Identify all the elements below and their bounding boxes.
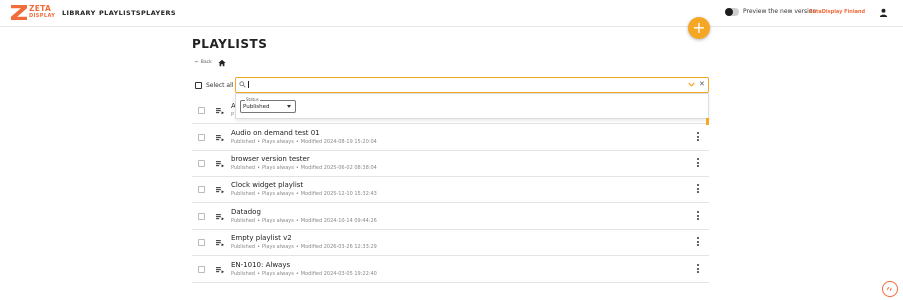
app-header: ZETA DISPLAY LIBRARY PLAYLISTS PLAYERS P… xyxy=(0,0,903,27)
playlist-plays: Plays always xyxy=(262,244,294,250)
playlist-meta: Published • Plays always • Modified 2024-03-… xyxy=(231,271,377,277)
row-checkbox[interactable] xyxy=(198,186,205,193)
preview-toggle[interactable] xyxy=(725,8,739,16)
more-options-icon[interactable] xyxy=(696,184,700,195)
playlist-modified: Modified 2026-03-26 12:33:29 xyxy=(300,244,377,250)
playlist-modified: Modified 2024-03-05 19:22:40 xyxy=(300,271,377,277)
more-options-icon[interactable] xyxy=(696,237,700,248)
status-filter-legend: Status xyxy=(245,97,260,102)
arrow-left-icon: ← xyxy=(195,60,199,65)
playlist-status: Published xyxy=(231,165,256,171)
nav-players[interactable]: PLAYERS xyxy=(141,9,176,17)
list-item[interactable]: browser version tester Published • Plays a… xyxy=(192,150,709,177)
playlist-icon xyxy=(216,161,224,168)
playlist-icon xyxy=(216,240,224,247)
clear-search-icon[interactable]: ✕ xyxy=(699,81,705,88)
playlist-status: Published xyxy=(231,191,256,197)
more-options-icon[interactable] xyxy=(696,158,700,169)
logo-mark-icon xyxy=(11,5,27,20)
playlist-meta: Published • Plays always • Modified 2025-12-… xyxy=(231,191,377,197)
dropdown-arrow-icon xyxy=(287,105,291,108)
page-title: PLAYLISTS xyxy=(192,37,268,51)
user-icon[interactable] xyxy=(879,8,888,17)
more-options-icon[interactable] xyxy=(696,132,700,143)
playlist-icon xyxy=(216,108,224,115)
playlist-modified: Modified 2024-10-14 09:44:26 xyxy=(300,218,377,224)
playlist-title[interactable]: Audio on demand test 01 xyxy=(231,129,320,137)
more-options-icon[interactable] xyxy=(696,264,700,275)
row-checkbox[interactable] xyxy=(198,239,205,246)
playlist-plays: Plays always xyxy=(262,191,294,197)
playlist-status: Published xyxy=(231,271,256,277)
select-all-label: Select all xyxy=(206,82,234,89)
playlist-modified: Modified 2025-06-02 08:38:04 xyxy=(300,165,377,171)
nav-playlists[interactable]: PLAYLISTS xyxy=(99,9,141,17)
back-label: Back xyxy=(200,60,212,65)
playlist-plays: Plays always xyxy=(262,218,294,224)
chevron-down-icon[interactable] xyxy=(688,82,695,87)
playlist-status: Published xyxy=(231,218,256,224)
playlist-title[interactable]: EN-1010: Always xyxy=(231,261,290,269)
row-checkbox[interactable] xyxy=(198,213,205,220)
row-checkbox[interactable] xyxy=(198,266,205,273)
list-item[interactable]: EN-1010: Always Published • Plays always • M… xyxy=(192,256,709,283)
playlist-icon xyxy=(216,135,224,142)
select-all-checkbox[interactable] xyxy=(195,82,202,89)
nav-library[interactable]: LIBRARY xyxy=(62,9,96,17)
list-item[interactable]: Audio on demand test 01 Published • Plays … xyxy=(192,124,709,151)
list-item[interactable]: Empty playlist v2 Published • Plays always… xyxy=(192,229,709,256)
playlist-icon xyxy=(216,187,224,194)
playlist-title[interactable]: Datadog xyxy=(231,208,261,216)
playlist-modified: Modified 2025-12-10 15:32:43 xyxy=(300,191,377,197)
playlist-title[interactable]: Clock widget playlist xyxy=(231,181,303,189)
back-link[interactable]: ← Back xyxy=(195,60,212,65)
playlist-plays: Plays always xyxy=(262,139,294,145)
scrollbar-thumb[interactable] xyxy=(706,118,709,125)
chat-support-icon[interactable] xyxy=(882,281,898,297)
filter-panel xyxy=(235,93,709,119)
add-playlist-button[interactable]: + xyxy=(688,17,710,39)
playlist-icon xyxy=(216,267,224,274)
playlist-meta: P xyxy=(231,112,235,118)
playlist-status: Published xyxy=(231,244,256,250)
row-checkbox[interactable] xyxy=(198,160,205,167)
playlist-plays: Plays always xyxy=(262,271,294,277)
row-checkbox[interactable] xyxy=(198,107,205,114)
playlist-meta: Published • Plays always • Modified 2026-03-… xyxy=(231,244,377,250)
chevron-down-icon: ⌄ xyxy=(855,8,860,14)
playlist-icon xyxy=(216,214,224,221)
status-filter-value: Published xyxy=(243,104,270,110)
search-input[interactable] xyxy=(247,79,667,91)
preview-label: Preview the new version xyxy=(743,8,817,15)
playlist-modified: Modified 2024-08-19 15:20:04 xyxy=(300,139,377,145)
text-cursor xyxy=(248,81,249,88)
toggle-knob xyxy=(725,8,733,16)
logo-text-display: DISPLAY xyxy=(29,13,56,19)
playlist-meta: Published • Plays always • Modified 2024-10-… xyxy=(231,218,377,224)
playlist-plays: Plays always xyxy=(262,165,294,171)
playlist-meta: Published • Plays always • Modified 2025-06-… xyxy=(231,165,377,171)
list-item[interactable]: Datadog Published • Plays always • Modified … xyxy=(192,203,709,230)
search-icon xyxy=(239,81,246,88)
playlist-title[interactable]: browser version tester xyxy=(231,155,310,163)
home-icon[interactable] xyxy=(218,59,226,67)
row-checkbox[interactable] xyxy=(198,134,205,141)
logo-text-zeta: ZETA xyxy=(29,4,52,13)
more-options-icon[interactable] xyxy=(696,211,700,222)
playlist-status: Published xyxy=(231,139,256,145)
playlist-title[interactable]: Empty playlist v2 xyxy=(231,234,292,242)
zeta-display-logo[interactable]: ZETA DISPLAY xyxy=(11,5,55,20)
list-item[interactable]: Clock widget playlist Published • Plays al… xyxy=(192,176,709,203)
playlist-meta: Published • Plays always • Modified 2024-08-… xyxy=(231,139,377,145)
